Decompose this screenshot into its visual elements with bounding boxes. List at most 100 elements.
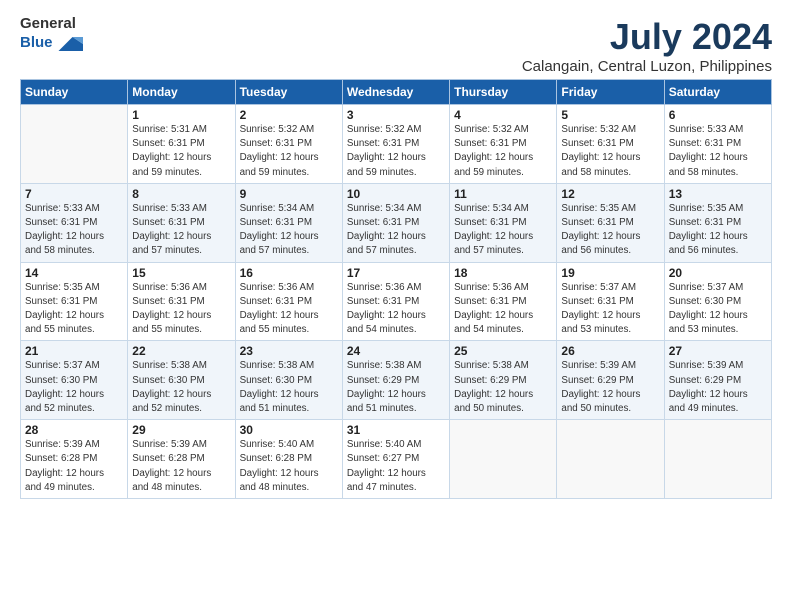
- day-info: Sunrise: 5:35 AM Sunset: 6:31 PM Dayligh…: [561, 202, 659, 259]
- day-number: 18: [454, 266, 552, 280]
- week-row-1: 1Sunrise: 5:31 AM Sunset: 6:31 PM Daylig…: [21, 105, 772, 184]
- day-cell: 28Sunrise: 5:39 AM Sunset: 6:28 PM Dayli…: [21, 420, 128, 499]
- day-info: Sunrise: 5:32 AM Sunset: 6:31 PM Dayligh…: [347, 123, 445, 180]
- day-number: 20: [669, 266, 767, 280]
- day-number: 24: [347, 344, 445, 358]
- day-info: Sunrise: 5:38 AM Sunset: 6:30 PM Dayligh…: [240, 359, 338, 416]
- day-info: Sunrise: 5:33 AM Sunset: 6:31 PM Dayligh…: [25, 202, 123, 259]
- header: General Blue July 2024 Calangain, Centra…: [20, 16, 772, 75]
- day-number: 29: [132, 423, 230, 437]
- day-cell: 14Sunrise: 5:35 AM Sunset: 6:31 PM Dayli…: [21, 262, 128, 341]
- subtitle: Calangain, Central Luzon, Philippines: [522, 58, 772, 75]
- day-info: Sunrise: 5:39 AM Sunset: 6:28 PM Dayligh…: [132, 438, 230, 495]
- day-number: 1: [132, 108, 230, 122]
- day-info: Sunrise: 5:36 AM Sunset: 6:31 PM Dayligh…: [347, 281, 445, 338]
- day-number: 28: [25, 423, 123, 437]
- day-cell: 24Sunrise: 5:38 AM Sunset: 6:29 PM Dayli…: [342, 341, 449, 420]
- day-cell: 9Sunrise: 5:34 AM Sunset: 6:31 PM Daylig…: [235, 183, 342, 262]
- week-row-4: 21Sunrise: 5:37 AM Sunset: 6:30 PM Dayli…: [21, 341, 772, 420]
- day-number: 3: [347, 108, 445, 122]
- col-header-friday: Friday: [557, 80, 664, 105]
- day-cell: 30Sunrise: 5:40 AM Sunset: 6:28 PM Dayli…: [235, 420, 342, 499]
- logo-general: General: [20, 16, 83, 33]
- day-cell: [664, 420, 771, 499]
- day-cell: 6Sunrise: 5:33 AM Sunset: 6:31 PM Daylig…: [664, 105, 771, 184]
- day-info: Sunrise: 5:37 AM Sunset: 6:30 PM Dayligh…: [25, 359, 123, 416]
- col-header-tuesday: Tuesday: [235, 80, 342, 105]
- day-info: Sunrise: 5:32 AM Sunset: 6:31 PM Dayligh…: [240, 123, 338, 180]
- day-number: 26: [561, 344, 659, 358]
- day-cell: 20Sunrise: 5:37 AM Sunset: 6:30 PM Dayli…: [664, 262, 771, 341]
- day-cell: [557, 420, 664, 499]
- day-cell: 26Sunrise: 5:39 AM Sunset: 6:29 PM Dayli…: [557, 341, 664, 420]
- col-header-monday: Monday: [128, 80, 235, 105]
- day-number: 12: [561, 187, 659, 201]
- day-number: 4: [454, 108, 552, 122]
- day-info: Sunrise: 5:39 AM Sunset: 6:28 PM Dayligh…: [25, 438, 123, 495]
- day-number: 5: [561, 108, 659, 122]
- day-cell: 12Sunrise: 5:35 AM Sunset: 6:31 PM Dayli…: [557, 183, 664, 262]
- day-info: Sunrise: 5:37 AM Sunset: 6:30 PM Dayligh…: [669, 281, 767, 338]
- day-number: 22: [132, 344, 230, 358]
- day-info: Sunrise: 5:34 AM Sunset: 6:31 PM Dayligh…: [454, 202, 552, 259]
- day-cell: 1Sunrise: 5:31 AM Sunset: 6:31 PM Daylig…: [128, 105, 235, 184]
- day-info: Sunrise: 5:39 AM Sunset: 6:29 PM Dayligh…: [561, 359, 659, 416]
- day-cell: 27Sunrise: 5:39 AM Sunset: 6:29 PM Dayli…: [664, 341, 771, 420]
- day-cell: 23Sunrise: 5:38 AM Sunset: 6:30 PM Dayli…: [235, 341, 342, 420]
- day-number: 30: [240, 423, 338, 437]
- day-cell: 3Sunrise: 5:32 AM Sunset: 6:31 PM Daylig…: [342, 105, 449, 184]
- day-info: Sunrise: 5:35 AM Sunset: 6:31 PM Dayligh…: [669, 202, 767, 259]
- day-info: Sunrise: 5:40 AM Sunset: 6:27 PM Dayligh…: [347, 438, 445, 495]
- day-cell: 11Sunrise: 5:34 AM Sunset: 6:31 PM Dayli…: [450, 183, 557, 262]
- day-info: Sunrise: 5:35 AM Sunset: 6:31 PM Dayligh…: [25, 281, 123, 338]
- day-info: Sunrise: 5:38 AM Sunset: 6:29 PM Dayligh…: [347, 359, 445, 416]
- day-info: Sunrise: 5:32 AM Sunset: 6:31 PM Dayligh…: [561, 123, 659, 180]
- day-cell: 16Sunrise: 5:36 AM Sunset: 6:31 PM Dayli…: [235, 262, 342, 341]
- day-info: Sunrise: 5:40 AM Sunset: 6:28 PM Dayligh…: [240, 438, 338, 495]
- day-number: 21: [25, 344, 123, 358]
- day-cell: 10Sunrise: 5:34 AM Sunset: 6:31 PM Dayli…: [342, 183, 449, 262]
- page: General Blue July 2024 Calangain, Centra…: [0, 0, 792, 612]
- day-info: Sunrise: 5:38 AM Sunset: 6:29 PM Dayligh…: [454, 359, 552, 416]
- day-cell: 22Sunrise: 5:38 AM Sunset: 6:30 PM Dayli…: [128, 341, 235, 420]
- day-info: Sunrise: 5:39 AM Sunset: 6:29 PM Dayligh…: [669, 359, 767, 416]
- week-row-3: 14Sunrise: 5:35 AM Sunset: 6:31 PM Dayli…: [21, 262, 772, 341]
- day-cell: [21, 105, 128, 184]
- day-cell: 17Sunrise: 5:36 AM Sunset: 6:31 PM Dayli…: [342, 262, 449, 341]
- day-number: 10: [347, 187, 445, 201]
- header-row: SundayMondayTuesdayWednesdayThursdayFrid…: [21, 80, 772, 105]
- day-cell: 13Sunrise: 5:35 AM Sunset: 6:31 PM Dayli…: [664, 183, 771, 262]
- day-cell: 29Sunrise: 5:39 AM Sunset: 6:28 PM Dayli…: [128, 420, 235, 499]
- day-info: Sunrise: 5:33 AM Sunset: 6:31 PM Dayligh…: [669, 123, 767, 180]
- day-number: 7: [25, 187, 123, 201]
- week-row-5: 28Sunrise: 5:39 AM Sunset: 6:28 PM Dayli…: [21, 420, 772, 499]
- day-cell: 5Sunrise: 5:32 AM Sunset: 6:31 PM Daylig…: [557, 105, 664, 184]
- day-cell: 8Sunrise: 5:33 AM Sunset: 6:31 PM Daylig…: [128, 183, 235, 262]
- day-cell: 4Sunrise: 5:32 AM Sunset: 6:31 PM Daylig…: [450, 105, 557, 184]
- day-info: Sunrise: 5:34 AM Sunset: 6:31 PM Dayligh…: [347, 202, 445, 259]
- day-number: 27: [669, 344, 767, 358]
- day-number: 8: [132, 187, 230, 201]
- day-info: Sunrise: 5:34 AM Sunset: 6:31 PM Dayligh…: [240, 202, 338, 259]
- calendar-table: SundayMondayTuesdayWednesdayThursdayFrid…: [20, 79, 772, 499]
- main-title: July 2024: [522, 16, 772, 58]
- day-info: Sunrise: 5:38 AM Sunset: 6:30 PM Dayligh…: [132, 359, 230, 416]
- col-header-sunday: Sunday: [21, 80, 128, 105]
- logo-icon: [55, 33, 83, 55]
- day-info: Sunrise: 5:36 AM Sunset: 6:31 PM Dayligh…: [454, 281, 552, 338]
- day-cell: 31Sunrise: 5:40 AM Sunset: 6:27 PM Dayli…: [342, 420, 449, 499]
- day-cell: [450, 420, 557, 499]
- day-number: 31: [347, 423, 445, 437]
- day-number: 25: [454, 344, 552, 358]
- col-header-thursday: Thursday: [450, 80, 557, 105]
- day-cell: 19Sunrise: 5:37 AM Sunset: 6:31 PM Dayli…: [557, 262, 664, 341]
- week-row-2: 7Sunrise: 5:33 AM Sunset: 6:31 PM Daylig…: [21, 183, 772, 262]
- logo-blue: Blue: [20, 35, 53, 52]
- col-header-wednesday: Wednesday: [342, 80, 449, 105]
- day-number: 19: [561, 266, 659, 280]
- day-info: Sunrise: 5:36 AM Sunset: 6:31 PM Dayligh…: [240, 281, 338, 338]
- day-info: Sunrise: 5:37 AM Sunset: 6:31 PM Dayligh…: [561, 281, 659, 338]
- day-number: 6: [669, 108, 767, 122]
- day-number: 23: [240, 344, 338, 358]
- day-cell: 21Sunrise: 5:37 AM Sunset: 6:30 PM Dayli…: [21, 341, 128, 420]
